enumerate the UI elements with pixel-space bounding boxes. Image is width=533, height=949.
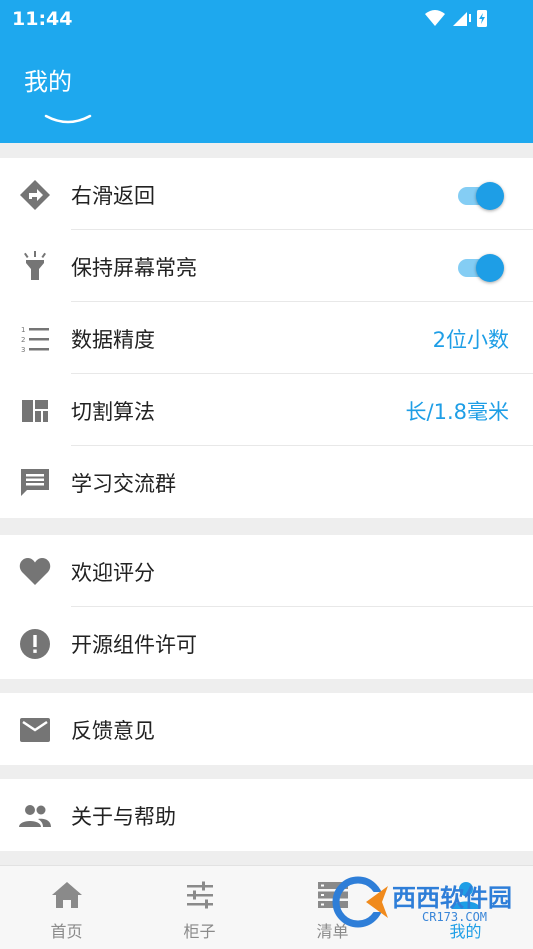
setting-study-group[interactable]: 学习交流群 [0, 446, 533, 518]
settings-group-feedback: 欢迎评分 开源组件许可 [0, 535, 533, 679]
header-arc-decoration [44, 114, 92, 124]
settings-group-general: 右滑返回 保持屏幕常亮 1 2 3 数据精度 2位小数 切割算法 长/1.8毫米… [0, 158, 533, 518]
svg-text:1: 1 [21, 326, 25, 334]
mail-icon [20, 718, 50, 742]
watermark-logo [332, 876, 390, 928]
nav-tab-label: 首页 [50, 922, 83, 941]
app-bar: 11:44 我的 [0, 0, 533, 143]
page-title: 我的 [24, 68, 72, 96]
cut-algorithm-value: 长/1.8毫米 [405, 400, 509, 424]
cellular-signal-icon [453, 12, 467, 26]
site-watermark: 西西软件园 CR173.COM [330, 872, 520, 934]
watermark-subtext: CR173.COM [422, 910, 488, 924]
svg-text:3: 3 [21, 346, 25, 354]
setting-label: 学习交流群 [71, 472, 176, 496]
setting-rate-app[interactable]: 欢迎评分 [0, 535, 533, 607]
people-icon [19, 805, 51, 827]
setting-label: 关于与帮助 [71, 805, 176, 829]
setting-swipe-back[interactable]: 右滑返回 [0, 158, 533, 230]
info-alert-icon [20, 629, 50, 659]
settings-group-about: 关于与帮助 [0, 779, 533, 851]
status-time: 11:44 [12, 8, 73, 30]
sliders-icon [186, 881, 213, 909]
setting-label: 切割算法 [71, 400, 155, 424]
chat-message-icon [21, 469, 49, 496]
dashboard-layout-icon [22, 400, 48, 422]
setting-about-help[interactable]: 关于与帮助 [0, 779, 533, 851]
nav-tab-home[interactable]: 首页 [0, 866, 133, 949]
data-precision-value: 2位小数 [432, 328, 509, 352]
nav-tab-label: 柜子 [183, 922, 216, 941]
system-status-icons [425, 10, 487, 27]
signal-alert-icon [469, 14, 471, 22]
setting-label: 开源组件许可 [71, 633, 197, 657]
flashlight-icon [24, 251, 46, 280]
settings-group-contact: 反馈意见 [0, 693, 533, 765]
home-icon [51, 882, 82, 908]
setting-cut-algorithm[interactable]: 切割算法 长/1.8毫米 [0, 374, 533, 446]
setting-keep-screen-on[interactable]: 保持屏幕常亮 [0, 230, 533, 302]
numbered-list-icon: 1 2 3 [21, 326, 49, 354]
keep-screen-on-toggle[interactable] [456, 253, 504, 282]
setting-feedback[interactable]: 反馈意见 [0, 693, 533, 765]
wifi-icon [425, 10, 445, 26]
setting-label: 右滑返回 [71, 184, 155, 208]
watermark-text: 西西软件园 [392, 884, 512, 912]
setting-label: 反馈意见 [71, 719, 155, 743]
setting-open-source-licenses[interactable]: 开源组件许可 [0, 607, 533, 679]
setting-label: 保持屏幕常亮 [71, 256, 197, 280]
swipe-back-toggle[interactable] [456, 181, 504, 210]
heart-icon [19, 558, 51, 585]
setting-label: 数据精度 [71, 328, 155, 352]
svg-text:2: 2 [21, 336, 25, 344]
setting-label: 欢迎评分 [71, 561, 155, 585]
nav-tab-cabinet[interactable]: 柜子 [133, 866, 266, 949]
status-bar: 11:44 [0, 0, 533, 36]
setting-data-precision[interactable]: 1 2 3 数据精度 2位小数 [0, 302, 533, 374]
swipe-direction-icon [20, 180, 50, 210]
